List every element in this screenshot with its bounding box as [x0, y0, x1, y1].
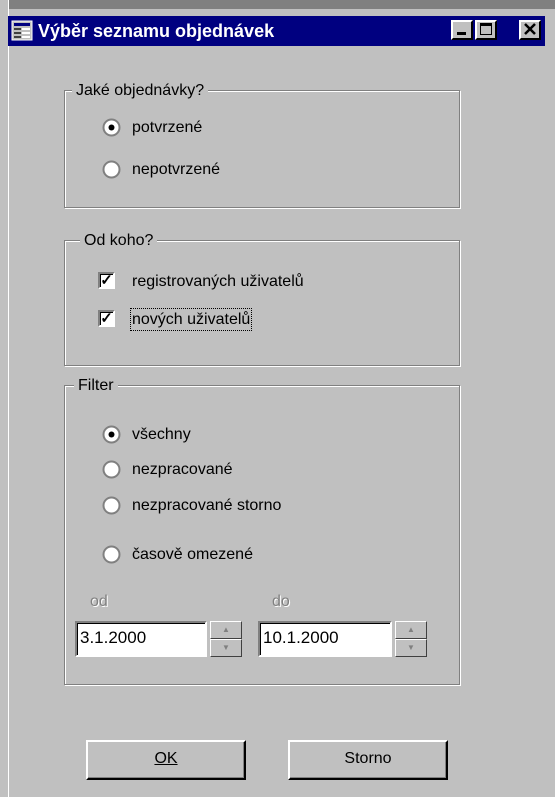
minimize-button[interactable] — [451, 20, 473, 40]
filter-groupbox-legend: Filter — [74, 377, 118, 395]
minimize-icon — [457, 32, 466, 35]
window-title: Výběr seznamu objednávek — [38, 21, 275, 41]
window-left-edge — [0, 0, 9, 797]
date-from-spinner[interactable]: ▲ ▼ — [210, 621, 242, 657]
checkbox-new-users[interactable]: ✓ — [98, 310, 115, 327]
spin-up-icon[interactable]: ▲ — [210, 621, 242, 639]
title-bar[interactable]: Výběr seznamu objednávek — [8, 16, 545, 46]
date-from-field[interactable]: 3.1.2000 — [75, 621, 207, 657]
radio-filter-unprocessed-label[interactable]: nezpracované — [132, 460, 233, 479]
checkbox-registered-users[interactable]: ✓ — [98, 272, 115, 289]
ok-button-label: OK — [154, 750, 178, 767]
radio-filter-unprocessed-storno[interactable] — [102, 496, 121, 515]
cancel-button[interactable]: Storno — [288, 740, 448, 780]
radio-filter-time-limited[interactable] — [102, 545, 121, 564]
from-groupbox — [64, 240, 460, 366]
window-top-edge — [0, 0, 555, 9]
maximize-button[interactable] — [475, 20, 497, 40]
radio-confirmed[interactable] — [102, 118, 121, 137]
date-to-field[interactable]: 10.1.2000 — [258, 621, 392, 657]
orders-groupbox-legend: Jaké objednávky? — [72, 82, 209, 100]
date-to-label: do — [272, 593, 290, 610]
radio-filter-unprocessed-storno-label[interactable]: nezpracované storno — [132, 496, 281, 515]
radio-confirmed-label[interactable]: potvrzené — [132, 118, 202, 137]
spin-down-icon[interactable]: ▼ — [395, 639, 427, 657]
checkbox-new-users-label[interactable]: nových uživatelů — [129, 308, 253, 331]
radio-unconfirmed-label[interactable]: nepotvrzené — [132, 160, 220, 179]
from-groupbox-legend: Od koho? — [80, 232, 158, 250]
date-to-spinner[interactable]: ▲ ▼ — [395, 621, 427, 657]
radio-filter-time-limited-label[interactable]: časově omezené — [132, 545, 253, 564]
date-from-label: od — [90, 593, 108, 610]
radio-filter-unprocessed[interactable] — [102, 460, 121, 479]
checkbox-registered-users-label[interactable]: registrovaných uživatelů — [132, 272, 304, 291]
close-button[interactable] — [519, 20, 541, 40]
spin-up-icon[interactable]: ▲ — [395, 621, 427, 639]
orders-groupbox — [64, 90, 460, 208]
spin-down-icon[interactable]: ▼ — [210, 639, 242, 657]
radio-filter-all-label[interactable]: všechny — [132, 425, 191, 444]
maximize-icon — [480, 23, 492, 35]
close-icon — [524, 23, 536, 35]
list-form-icon — [11, 20, 33, 41]
ok-button[interactable]: OK — [86, 740, 246, 780]
cancel-button-label: Storno — [344, 750, 392, 767]
radio-filter-all[interactable] — [102, 425, 121, 444]
radio-unconfirmed[interactable] — [102, 160, 121, 179]
